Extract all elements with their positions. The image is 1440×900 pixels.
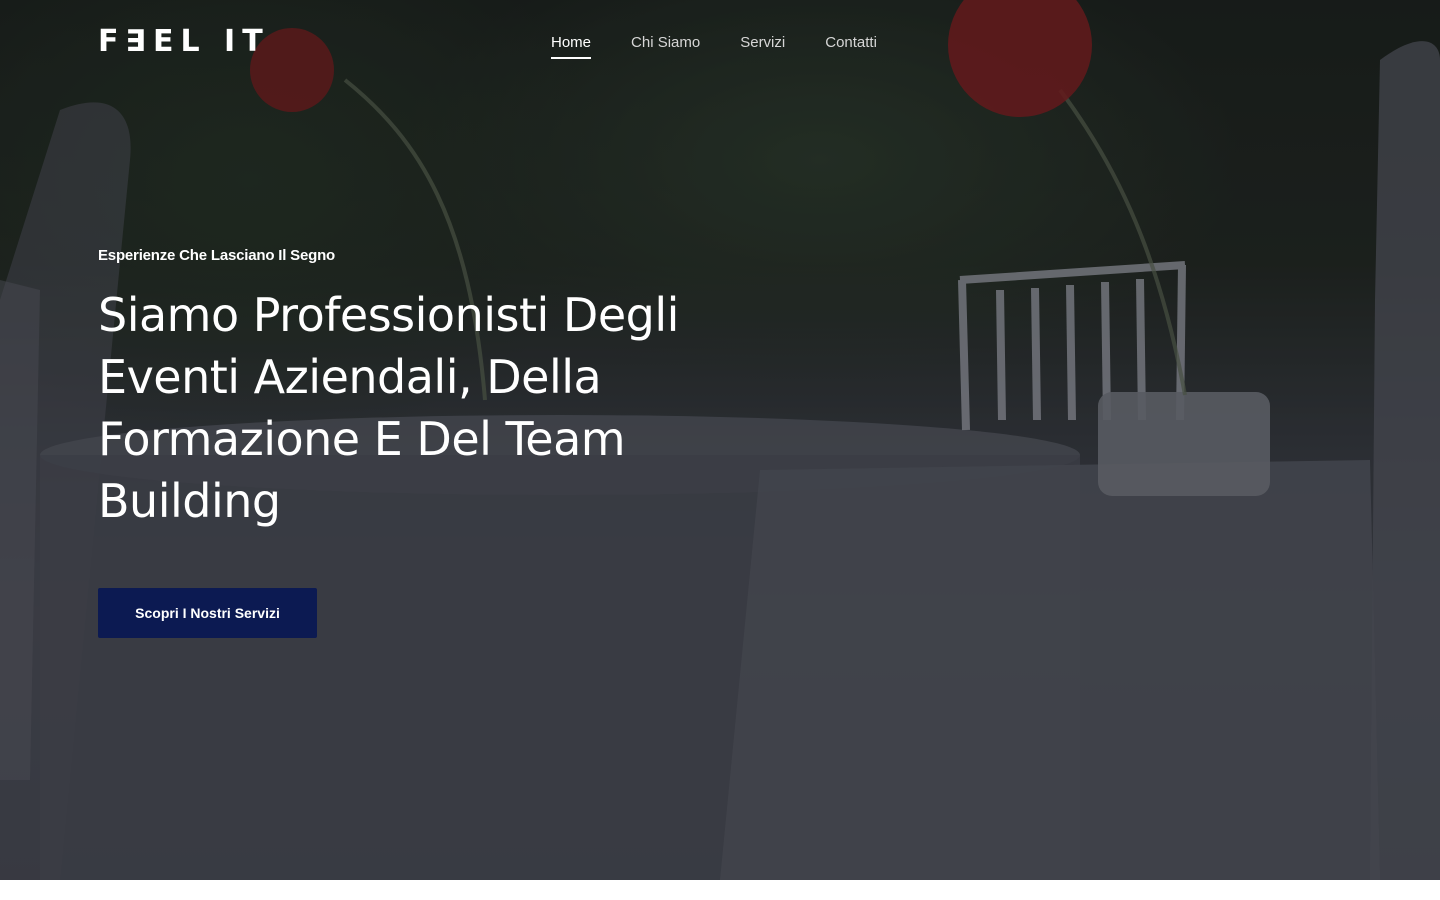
- logo[interactable]: F∃EL IT: [98, 27, 270, 57]
- hero-section: F∃EL IT Home Chi Siamo Servizi Contatti …: [0, 0, 1440, 880]
- hero-eyebrow: Esperienze Che Lasciano Il Segno: [98, 247, 336, 264]
- discover-services-button[interactable]: Scopri I Nostri Servizi: [98, 588, 317, 638]
- nav-item-chi-siamo[interactable]: Chi Siamo: [631, 34, 700, 59]
- main-nav: Home Chi Siamo Servizi Contatti: [551, 34, 877, 59]
- hero-headline: Siamo Professionisti Degli Eventi Aziend…: [98, 288, 679, 528]
- nav-item-servizi[interactable]: Servizi: [740, 34, 785, 59]
- nav-item-home[interactable]: Home: [551, 34, 592, 59]
- nav-item-contatti[interactable]: Contatti: [825, 34, 877, 59]
